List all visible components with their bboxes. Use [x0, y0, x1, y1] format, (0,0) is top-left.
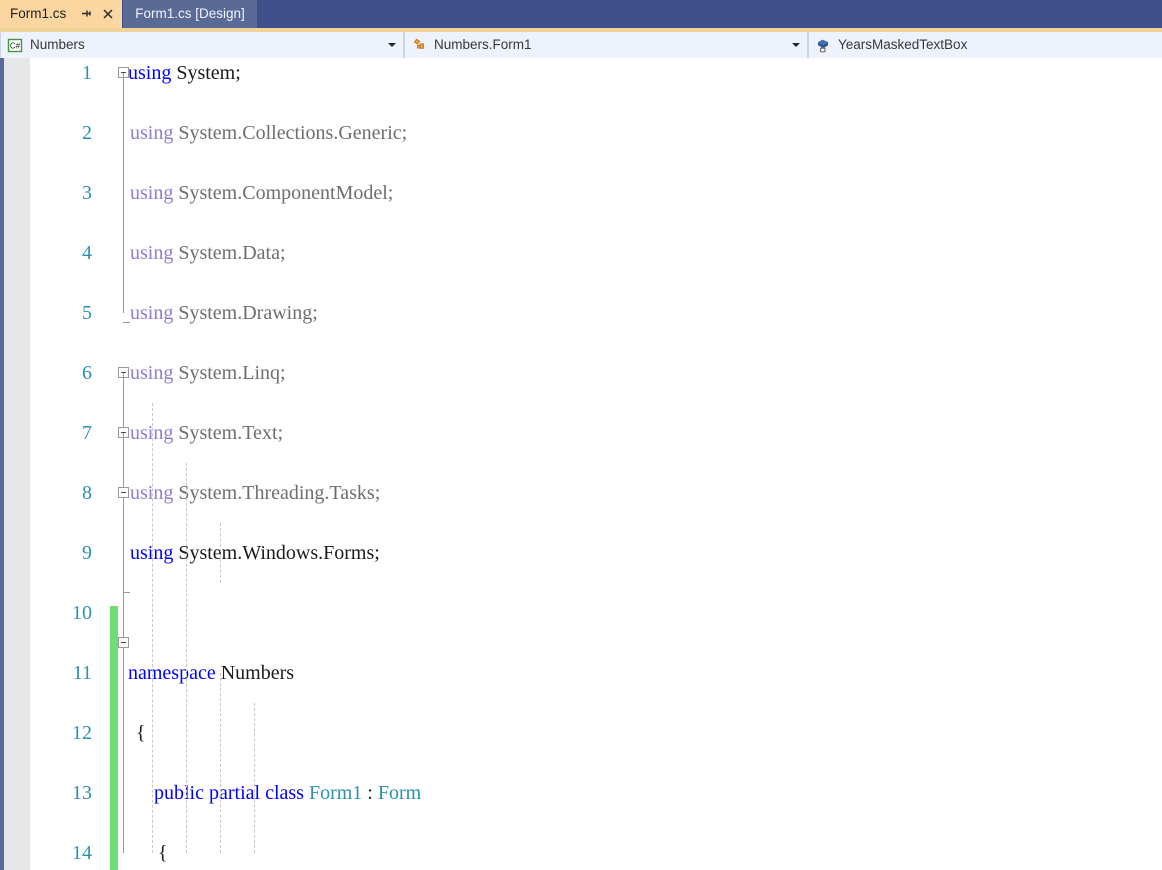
close-icon[interactable] — [101, 7, 115, 21]
line-number: 13 — [72, 782, 92, 804]
code-line[interactable]: 5 using System.Drawing; — [0, 298, 1162, 328]
svg-text:C#: C# — [10, 41, 21, 50]
project-dropdown[interactable]: C# Numbers — [0, 32, 404, 58]
chevron-down-icon[interactable] — [388, 43, 396, 47]
line-number: 6 — [82, 362, 92, 384]
token: Form1 — [308, 782, 363, 804]
line-content: using System; — [128, 58, 241, 88]
line-number: 1 — [82, 62, 92, 84]
line-content: using System.Linq; — [130, 358, 286, 388]
line-content: { — [158, 838, 168, 868]
token: { — [136, 722, 146, 744]
tab-form1-cs[interactable]: Form1.cs — [0, 0, 123, 28]
member-dropdown-label: YearsMaskedTextBox — [838, 37, 968, 52]
line-number: 2 — [82, 122, 92, 144]
indent-guide — [220, 523, 221, 583]
line-content: using System.Windows.Forms; — [130, 538, 380, 568]
line-content: using System.Threading.Tasks; — [130, 478, 380, 508]
member-dropdown[interactable]: YearsMaskedTextBox — [808, 32, 1162, 58]
code-line[interactable]: 6 using System.Linq; — [0, 358, 1162, 388]
token: System.Data; — [173, 242, 286, 264]
token: Form — [377, 782, 422, 804]
line-content: { — [136, 718, 146, 748]
token: namespace — [128, 662, 216, 684]
token: using — [130, 122, 174, 144]
code-line[interactable]: 1 using System; — [0, 58, 1162, 88]
tab-label: Form1.cs [Design] — [135, 6, 245, 21]
line-content: using System.ComponentModel; — [130, 178, 393, 208]
indent-guide — [220, 673, 221, 853]
line-content: using System.Collections.Generic; — [130, 118, 407, 148]
indent-guide — [186, 463, 187, 853]
code-line[interactable]: 2 using System.Collections.Generic; — [0, 118, 1162, 148]
code-line[interactable]: 3 using System.ComponentModel; — [0, 178, 1162, 208]
navigation-bar: C# Numbers Numbers.Form1 YearsMaskedText… — [0, 32, 1162, 58]
class-icon — [411, 37, 428, 54]
line-number: 7 — [82, 422, 92, 444]
indent-guide — [152, 403, 153, 853]
token: public partial class — [154, 782, 304, 804]
code-line[interactable]: 14 { — [0, 838, 1162, 868]
pin-icon[interactable] — [79, 7, 93, 21]
line-number: 12 — [72, 722, 92, 744]
token: using — [130, 182, 174, 204]
code-editor[interactable]: 1 using System; 2 using System.Collections.… — [0, 58, 1162, 870]
token: { — [158, 842, 168, 864]
code-line[interactable]: 11 namespace Numbers — [0, 658, 1162, 688]
outlining-end-stub — [123, 592, 130, 593]
line-number: 5 — [82, 302, 92, 324]
code-line[interactable]: 9 using System.Windows.Forms; — [0, 538, 1162, 568]
collapse-toggle-icon[interactable] — [118, 637, 129, 648]
line-number: 10 — [72, 602, 92, 624]
line-number: 11 — [72, 662, 92, 684]
code-line[interactable]: 4 using System.Data; — [0, 238, 1162, 268]
token: System.Text; — [173, 422, 284, 444]
token: System; — [171, 62, 241, 84]
code-lines: 1 using System; 2 using System.Collections.… — [0, 58, 1162, 868]
csharp-project-icon: C# — [7, 37, 24, 54]
collapse-toggle-icon[interactable] — [118, 487, 129, 498]
token: System.Windows.Forms; — [173, 542, 380, 564]
token: using — [130, 302, 174, 324]
token: System.Drawing; — [173, 302, 318, 324]
line-number: 4 — [82, 242, 92, 264]
code-line[interactable]: 7 using System.Text; — [0, 418, 1162, 448]
token: System.Linq; — [173, 362, 286, 384]
tab-form1-cs-design[interactable]: Form1.cs [Design] — [123, 0, 257, 28]
project-dropdown-label: Numbers — [30, 37, 85, 52]
private-field-icon — [815, 37, 832, 54]
chevron-down-icon[interactable] — [792, 43, 800, 47]
indent-guide — [254, 703, 255, 853]
code-line[interactable]: 10 — [0, 598, 1162, 628]
token: System.ComponentModel; — [173, 182, 394, 204]
line-content: using System.Data; — [130, 238, 286, 268]
code-line[interactable]: 13 public partial class Form1 : Form — [0, 778, 1162, 808]
type-dropdown-label: Numbers.Form1 — [434, 37, 532, 52]
line-number: 14 — [72, 842, 92, 864]
line-number: 3 — [82, 182, 92, 204]
token: System.Collections.Generic; — [173, 122, 408, 144]
tab-label: Form1.cs — [10, 6, 67, 21]
token: using — [130, 362, 174, 384]
line-content: public partial class Form1 : Form — [154, 778, 421, 808]
line-number: 9 — [82, 542, 92, 564]
type-dropdown[interactable]: Numbers.Form1 — [404, 32, 808, 58]
line-number: 8 — [82, 482, 92, 504]
outlining-guide — [123, 73, 124, 313]
code-line[interactable]: 12 { — [0, 718, 1162, 748]
token: System.Threading.Tasks; — [173, 482, 381, 504]
code-line[interactable]: 8 using System.Threading.Tasks; — [0, 478, 1162, 508]
token: Numbers — [215, 662, 295, 684]
token: using — [130, 242, 174, 264]
tab-strip: Form1.cs Form1.cs [Design] — [0, 0, 1162, 28]
token: using — [128, 62, 172, 84]
line-content: using System.Drawing; — [130, 298, 318, 328]
token: : — [362, 782, 378, 804]
outlining-end-stub — [123, 322, 130, 323]
